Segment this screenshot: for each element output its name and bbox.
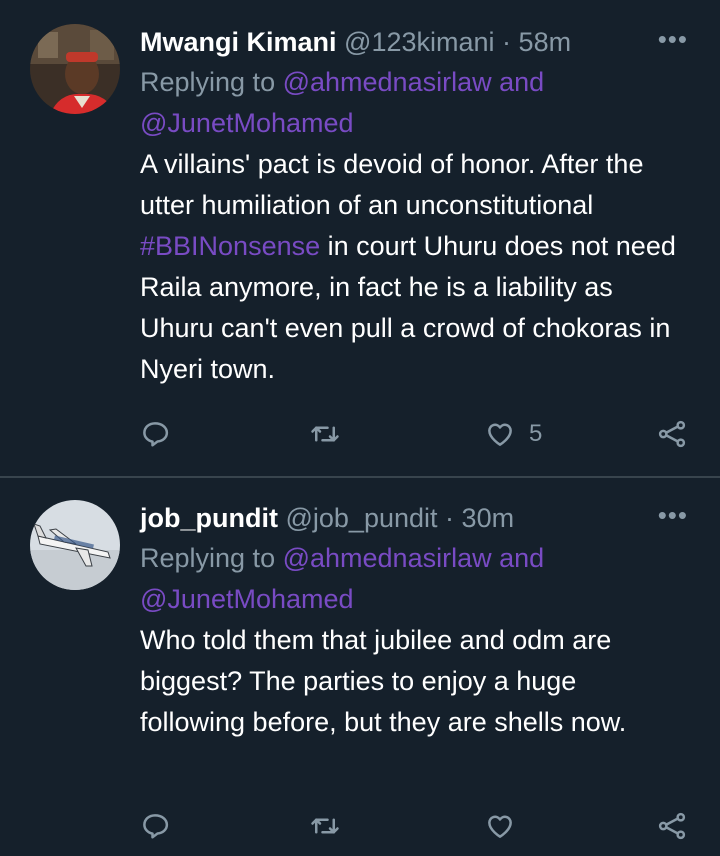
retweet-icon	[310, 419, 340, 449]
more-horizontal-icon[interactable]: •••	[658, 500, 688, 530]
tweet-text: A villains' pact is devoid of honor. Aft…	[140, 144, 688, 390]
display-name[interactable]: Mwangi Kimani	[140, 27, 337, 57]
retweet-button[interactable]	[310, 804, 340, 848]
tweet[interactable]: job_pundit @job_pundit · 30m ••• Replyin…	[0, 478, 720, 856]
reply-button[interactable]	[140, 412, 170, 456]
like-icon	[485, 419, 515, 449]
reply-icon	[140, 419, 170, 449]
mention-link[interactable]: @ahmednasirlaw	[283, 543, 492, 573]
avatar[interactable]	[30, 500, 120, 590]
tweet-text: Who told them that jubilee and odm are b…	[140, 625, 627, 737]
handle[interactable]: @123kimani	[344, 27, 494, 57]
tweet-body: Mwangi Kimani @123kimani · 58m ••• Reply…	[140, 22, 688, 390]
share-icon	[656, 419, 688, 449]
share-button[interactable]	[656, 412, 688, 456]
tweet-text-part: A villains' pact is devoid of honor. Aft…	[140, 149, 644, 220]
handle[interactable]: @job_pundit	[285, 503, 437, 533]
tweet-body: job_pundit @job_pundit · 30m ••• Replyin…	[140, 498, 688, 743]
timestamp[interactable]: 30m	[462, 503, 515, 533]
tweet-actions: 5	[140, 412, 700, 456]
share-icon	[656, 811, 688, 841]
like-button[interactable]	[485, 804, 515, 848]
replying-and: and	[491, 67, 545, 97]
share-button[interactable]	[656, 804, 688, 848]
like-icon	[485, 811, 515, 841]
reply-button[interactable]	[140, 804, 170, 848]
replying-prefix: Replying to	[140, 67, 283, 97]
retweet-icon	[310, 811, 340, 841]
replying-to: Replying to @ahmednasirlaw and @JunetMoha…	[140, 62, 688, 144]
mention-link[interactable]: @JunetMohamed	[140, 584, 354, 614]
mention-link[interactable]: @ahmednasirlaw	[283, 67, 492, 97]
separator: ·	[502, 27, 512, 57]
replying-to: Replying to @ahmednasirlaw and @JunetMoha…	[140, 538, 688, 620]
replying-and: and	[491, 543, 545, 573]
more-horizontal-icon[interactable]: •••	[658, 24, 688, 54]
mention-link[interactable]: @JunetMohamed	[140, 108, 354, 138]
like-button[interactable]: 5	[485, 412, 542, 456]
like-count: 5	[529, 420, 543, 447]
tweet-actions	[140, 804, 700, 848]
tweet-header: job_pundit @job_pundit · 30m •••	[140, 498, 688, 538]
tweet-header: Mwangi Kimani @123kimani · 58m •••	[140, 22, 688, 62]
display-name[interactable]: job_pundit	[140, 503, 278, 533]
tweet[interactable]: Mwangi Kimani @123kimani · 58m ••• Reply…	[0, 0, 720, 476]
retweet-button[interactable]	[310, 412, 340, 456]
hashtag-link[interactable]: #BBINonsense	[140, 231, 320, 261]
reply-icon	[140, 811, 170, 841]
avatar[interactable]	[30, 24, 120, 114]
separator: ·	[445, 503, 455, 533]
replying-prefix: Replying to	[140, 543, 283, 573]
timestamp[interactable]: 58m	[519, 27, 572, 57]
